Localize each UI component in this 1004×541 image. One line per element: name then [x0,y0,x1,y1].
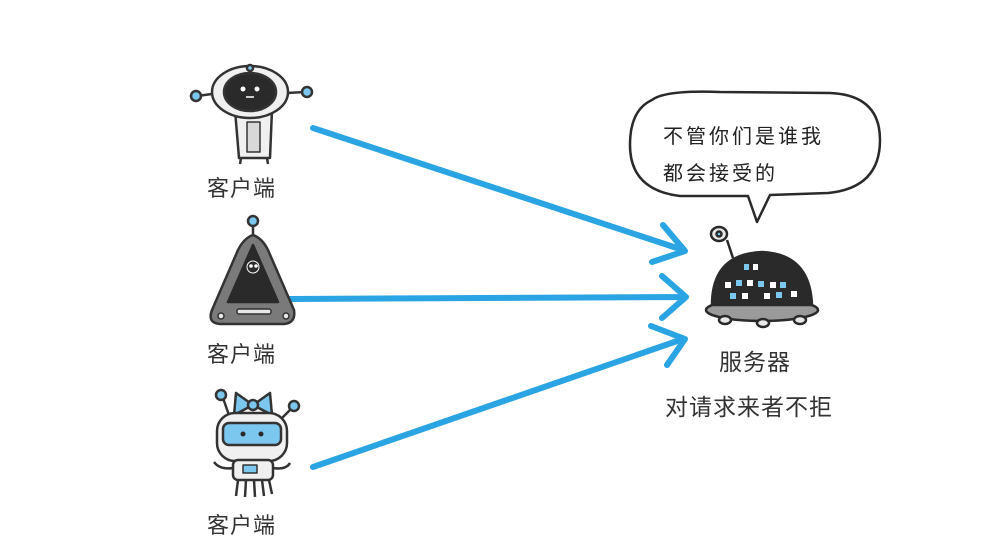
diagram-canvas [189,63,882,498]
arrows [287,125,689,470]
client-label: 客户端 [207,343,277,368]
server-caption: 对请求来者不拒 [665,395,833,421]
diagram: 客户端 客户端 客户端 服务器 对请求来者不拒 不管你们是谁我 都会接受的 [0,0,1004,539]
server-label: 服务器 [719,350,791,376]
client-label: 客户端 [207,177,277,202]
triangle-robot-icon [209,214,296,326]
dome-robot-icon [704,225,820,329]
client-label: 客户端 [207,514,277,539]
arrow-client-3 [310,323,688,470]
arrow-client-2 [287,273,689,321]
speech-bubble-line: 不管你们是谁我 [663,124,824,148]
speech-bubble-line: 都会接受的 [663,161,778,185]
bow-robot-icon [213,388,301,498]
round-head-robot-icon [189,63,314,165]
